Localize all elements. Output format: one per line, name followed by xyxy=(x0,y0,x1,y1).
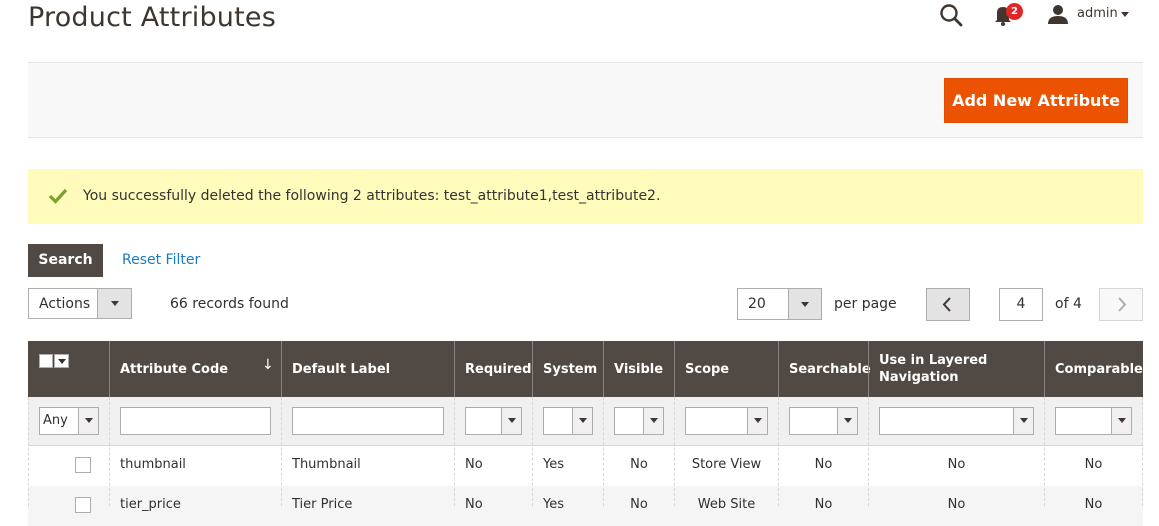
cell-searchable: No xyxy=(814,457,833,472)
row-checkbox[interactable] xyxy=(75,497,91,513)
records-found: 66 records found xyxy=(170,296,289,312)
cell-visible: No xyxy=(630,497,648,512)
chevron-left-icon xyxy=(942,297,951,312)
check-icon xyxy=(48,188,68,204)
cell-scope: Web Site xyxy=(697,497,756,512)
chevron-down-icon xyxy=(650,418,658,423)
cell-attribute-code[interactable]: tier_price xyxy=(120,497,181,512)
total-pages: of 4 xyxy=(1055,296,1082,312)
filter-layered-navigation-select[interactable] xyxy=(879,407,1034,435)
cell-system: Yes xyxy=(543,497,564,512)
filter-visible-toggle[interactable] xyxy=(643,408,663,434)
actions-dropdown-label: Actions xyxy=(39,296,91,312)
cell-scope: Store View xyxy=(691,457,762,472)
cell-comparable: No xyxy=(1084,497,1103,512)
column-searchable[interactable]: Searchable xyxy=(779,341,871,397)
filter-comparable-toggle[interactable] xyxy=(1111,408,1131,434)
sort-arrow-icon[interactable]: ↓ xyxy=(262,357,274,373)
filter-searchable-toggle[interactable] xyxy=(837,408,857,434)
filter-scope-toggle[interactable] xyxy=(747,408,767,434)
column-default-label[interactable]: Default Label xyxy=(282,341,454,397)
success-message-text: You successfully deleted the following 2… xyxy=(83,188,661,204)
filter-layered-navigation-toggle[interactable] xyxy=(1013,408,1033,434)
cell-visible: No xyxy=(630,457,648,472)
page-number-input[interactable]: 4 xyxy=(999,288,1043,321)
chevron-down-icon xyxy=(111,301,119,306)
chevron-down-icon xyxy=(85,418,93,423)
filter-attribute-code-input[interactable] xyxy=(120,407,271,435)
filter-any-label: Any xyxy=(43,413,68,428)
next-page-button[interactable] xyxy=(1099,288,1143,321)
column-comparable[interactable]: Comparable xyxy=(1045,341,1143,397)
per-page-label: per page xyxy=(834,296,897,312)
reset-filter-link[interactable]: Reset Filter xyxy=(122,252,200,268)
mass-select-toggle[interactable] xyxy=(54,354,69,368)
cell-comparable: No xyxy=(1084,457,1103,472)
actions-dropdown-toggle[interactable] xyxy=(97,289,131,318)
chevron-down-icon xyxy=(754,418,762,423)
chevron-right-icon xyxy=(1118,297,1127,312)
filter-mass-select-toggle[interactable] xyxy=(78,408,98,434)
column-scope[interactable]: Scope xyxy=(675,341,779,397)
cell-attribute-code[interactable]: thumbnail xyxy=(120,457,186,472)
per-page-toggle[interactable] xyxy=(788,289,821,319)
cell-required: No xyxy=(465,457,483,472)
chevron-down-icon xyxy=(1118,418,1126,423)
cell-required: No xyxy=(465,497,483,512)
cell-system: Yes xyxy=(543,457,564,472)
search-button[interactable]: Search xyxy=(28,244,103,277)
column-required[interactable]: Required xyxy=(455,341,532,397)
cell-default-label[interactable]: Thumbnail xyxy=(292,457,361,472)
chevron-down-icon xyxy=(1020,418,1028,423)
cell-default-label[interactable]: Tier Price xyxy=(292,497,352,512)
chevron-down-icon[interactable] xyxy=(1121,12,1129,17)
column-system[interactable]: System xyxy=(533,341,603,397)
user-menu-label[interactable]: admin xyxy=(1077,6,1118,21)
previous-page-button[interactable] xyxy=(926,288,970,321)
row-checkbox[interactable] xyxy=(75,457,91,473)
chevron-down-icon xyxy=(508,418,516,423)
column-layered-navigation[interactable]: Use in Layered Navigation xyxy=(869,341,1039,397)
chevron-down-icon xyxy=(801,302,809,307)
page-title: Product Attributes xyxy=(28,2,276,33)
filter-system-toggle[interactable] xyxy=(572,408,592,434)
mass-select-checkbox[interactable] xyxy=(39,354,53,368)
column-attribute-code[interactable]: Attribute Code xyxy=(110,341,282,397)
add-new-attribute-button[interactable]: Add New Attribute xyxy=(944,78,1128,123)
cell-layered-navigation: No xyxy=(947,457,966,472)
cell-layered-navigation: No xyxy=(947,497,966,512)
chevron-down-icon xyxy=(844,418,852,423)
chevron-down-icon xyxy=(579,418,587,423)
filter-required-toggle[interactable] xyxy=(501,408,521,434)
chevron-down-icon xyxy=(58,359,66,364)
filter-default-label-input[interactable] xyxy=(292,407,444,435)
user-icon[interactable] xyxy=(1046,3,1070,25)
column-visible[interactable]: Visible xyxy=(604,341,674,397)
notifications-badge[interactable]: 2 xyxy=(1006,3,1023,20)
per-page-value: 20 xyxy=(748,296,766,312)
search-icon[interactable] xyxy=(938,2,964,28)
cell-searchable: No xyxy=(814,497,833,512)
